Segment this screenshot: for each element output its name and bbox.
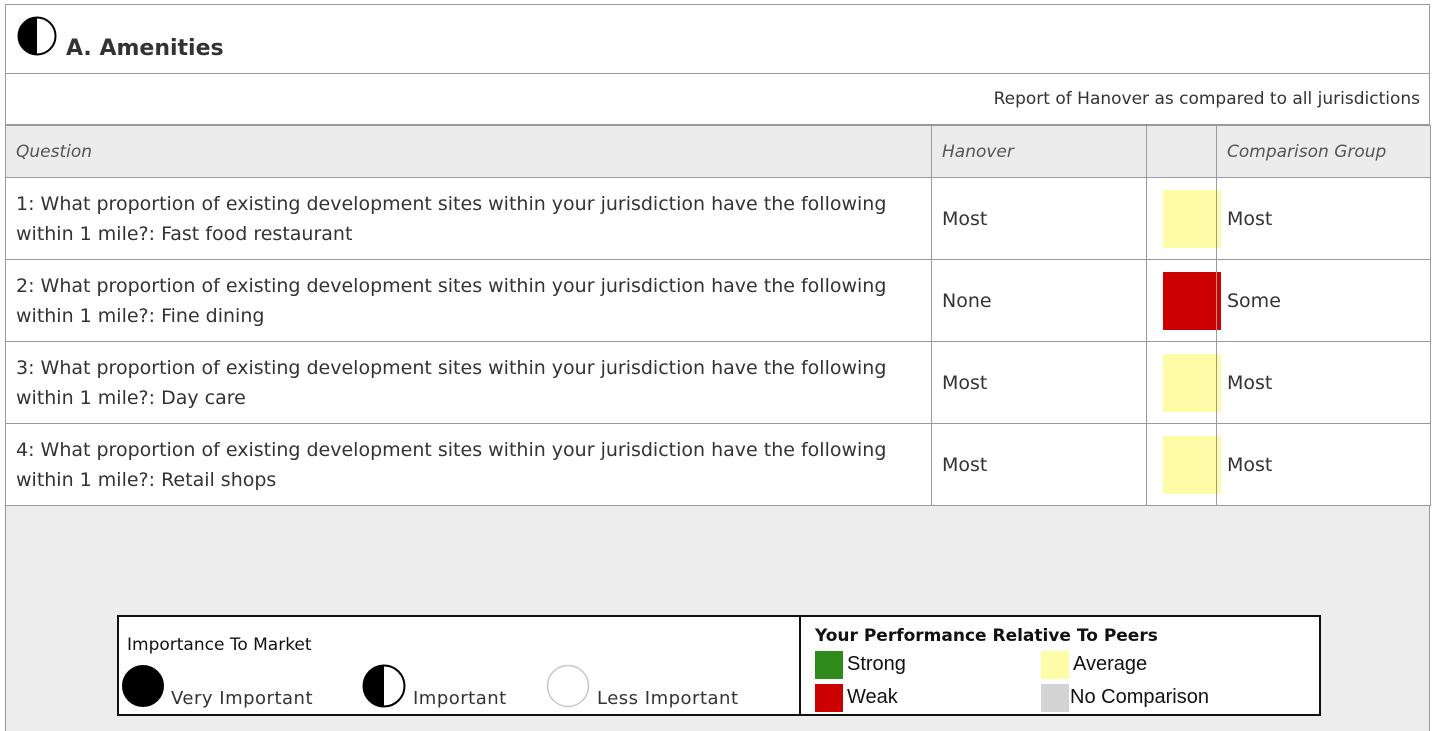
jurisdiction-value: Most [931, 341, 1147, 424]
comparison-value: Some [1216, 259, 1431, 342]
rating-cell [1146, 259, 1221, 342]
rating-cell [1146, 423, 1221, 506]
report-caption: Report of Hanover as compared to all jur… [993, 89, 1420, 109]
table-row: 2: What proportion of existing developme… [5, 259, 1431, 342]
importance-legend: Importance To Market Very Important Impo… [119, 617, 801, 714]
importance-label: Important [413, 688, 507, 709]
weak-swatch [815, 684, 843, 712]
performance-label: Average [1073, 653, 1148, 675]
comparison-value: Most [1216, 341, 1431, 424]
performance-label: No Comparison [1070, 686, 1209, 708]
strong-swatch [815, 651, 843, 679]
jurisdiction-value: None [931, 259, 1147, 342]
rating-cell [1146, 341, 1221, 424]
question-text: 1: What proportion of existing developme… [5, 177, 932, 260]
question-text: 3: What proportion of existing developme… [5, 341, 932, 424]
average-swatch [1041, 651, 1069, 679]
importance-label: Very Important [171, 688, 313, 709]
rating-cell [1146, 177, 1221, 260]
report-caption-row: Report of Hanover as compared to all jur… [6, 74, 1429, 125]
performance-legend-title: Your Performance Relative To Peers [815, 626, 1158, 646]
rating-swatch [1163, 435, 1221, 494]
jurisdiction-value: Most [931, 423, 1147, 506]
half-circle-icon [17, 16, 57, 56]
table-row: 4: What proportion of existing developme… [5, 423, 1431, 506]
half-circle-icon [362, 664, 406, 708]
importance-label: Less Important [597, 688, 739, 709]
rating-swatch [1163, 353, 1221, 412]
column-header-indicator [1146, 125, 1217, 178]
section-header: A. Amenities [6, 5, 1429, 74]
empty-circle-icon [546, 664, 590, 708]
importance-legend-title: Importance To Market [127, 635, 312, 655]
performance-label: Strong [847, 653, 906, 675]
legend-box: Importance To Market Very Important Impo… [117, 615, 1321, 716]
section-title: A. Amenities [66, 36, 224, 61]
questions-table: Question Hanover Comparison Group 1: Wha… [5, 125, 1431, 506]
comparison-value: Most [1216, 423, 1431, 506]
column-header-jurisdiction: Hanover [931, 125, 1147, 178]
question-text: 2: What proportion of existing developme… [5, 259, 932, 342]
column-header-question: Question [5, 125, 932, 178]
table-header-row: Question Hanover Comparison Group [5, 125, 1431, 178]
question-text: 4: What proportion of existing developme… [5, 423, 932, 506]
rating-swatch [1163, 189, 1221, 248]
table-row: 3: What proportion of existing developme… [5, 341, 1431, 424]
rating-swatch [1163, 271, 1221, 330]
full-circle-icon [122, 665, 164, 707]
column-header-comparison: Comparison Group [1216, 125, 1431, 178]
performance-label: Weak [847, 686, 898, 708]
no-comparison-swatch [1041, 684, 1069, 712]
table-row: 1: What proportion of existing developme… [5, 177, 1431, 260]
comparison-value: Most [1216, 177, 1431, 260]
jurisdiction-value: Most [931, 177, 1147, 260]
